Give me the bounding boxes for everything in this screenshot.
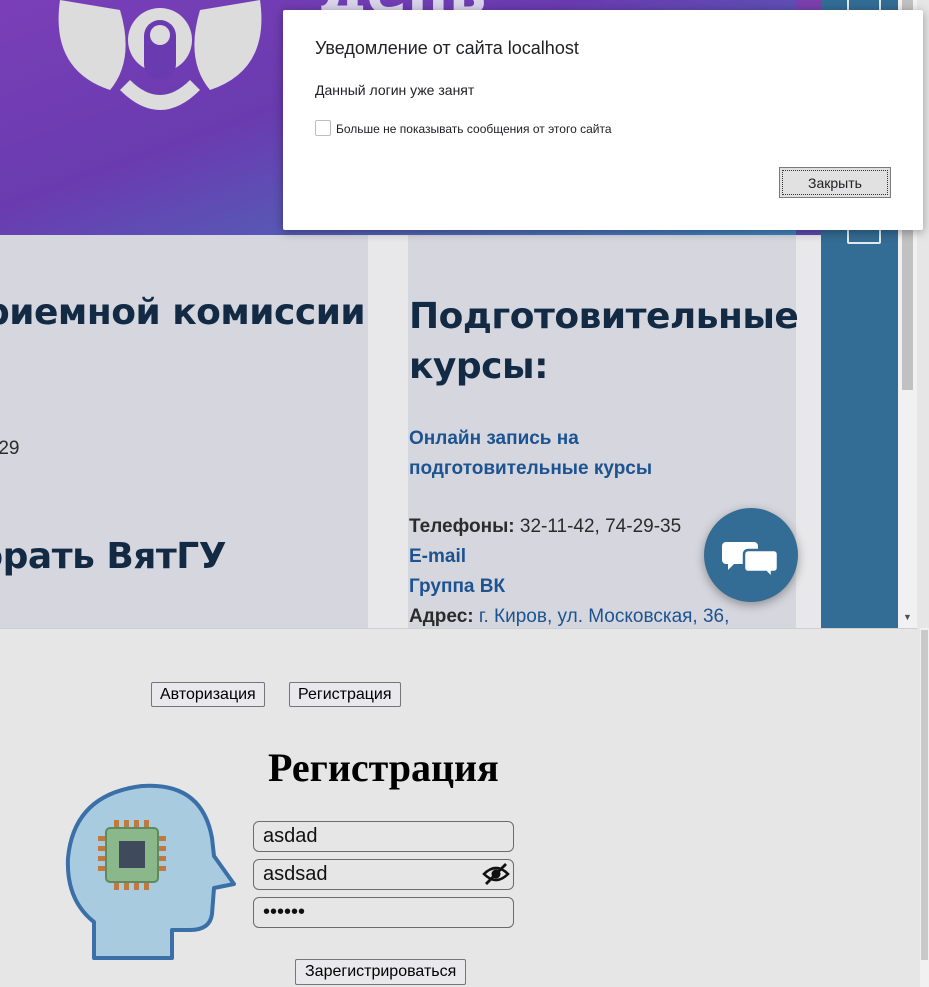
address-link[interactable]: г. Киров, ул. Московская, 36, xyxy=(479,606,730,627)
registration-title: Регистрация xyxy=(268,745,499,790)
dialog-close-button[interactable]: Закрыть xyxy=(779,167,891,198)
password-field[interactable]: asdsad xyxy=(253,859,514,890)
university-logo xyxy=(58,0,262,110)
suppress-checkbox[interactable] xyxy=(315,120,331,136)
suppress-checkbox-label[interactable]: Больше не показывать сообщения от этого … xyxy=(336,122,612,136)
email-row: E-mail xyxy=(409,546,466,568)
address-label: Адрес: xyxy=(409,606,474,627)
login-tab-button[interactable]: Авторизация xyxy=(151,682,265,707)
admission-phone: -29 xyxy=(0,438,20,459)
vk-group-link[interactable]: Группа ВК xyxy=(409,576,505,597)
register-submit-button[interactable]: Зарегистрироваться xyxy=(295,959,467,985)
phones-value: 32-11-42, 74-29-35 xyxy=(519,516,682,537)
alert-dialog: Уведомление от сайта localhost Данный ло… xyxy=(283,10,923,230)
courses-signup-link[interactable]: Онлайн запись на подготовительные курсы xyxy=(409,424,709,484)
chat-bubbles-icon xyxy=(722,542,780,582)
column-gap xyxy=(368,235,408,628)
chat-button[interactable] xyxy=(704,508,798,602)
phones-label: Телефоны: xyxy=(409,516,515,537)
admission-heading: риемной комиссии xyxy=(0,292,366,333)
phones-row: Телефоны: 32-11-42, 74-29-35 xyxy=(409,516,681,538)
password-confirm-field[interactable]: •••••• xyxy=(253,897,514,928)
email-link[interactable]: E-mail xyxy=(409,546,466,567)
vk-row: Группа ВК xyxy=(409,576,505,598)
dialog-title: Уведомление от сайта localhost xyxy=(315,38,579,58)
dialog-message: Данный логин уже занят xyxy=(315,82,475,98)
column-gap xyxy=(796,235,821,628)
login-field[interactable]: asdad xyxy=(253,821,514,852)
eye-slash-icon[interactable] xyxy=(482,862,510,886)
page-scrollbar-thumb[interactable] xyxy=(921,630,928,960)
courses-heading: Подготовительные курсы: xyxy=(409,296,799,387)
head-chip-icon xyxy=(65,783,236,960)
address-row: Адрес: г. Киров, ул. Московская, 36, xyxy=(409,606,729,628)
scroll-down-arrow-icon[interactable]: ▼ xyxy=(902,611,913,623)
register-tab-button[interactable]: Регистрация xyxy=(289,682,401,707)
choose-heading: брать ВятГУ xyxy=(0,536,226,577)
